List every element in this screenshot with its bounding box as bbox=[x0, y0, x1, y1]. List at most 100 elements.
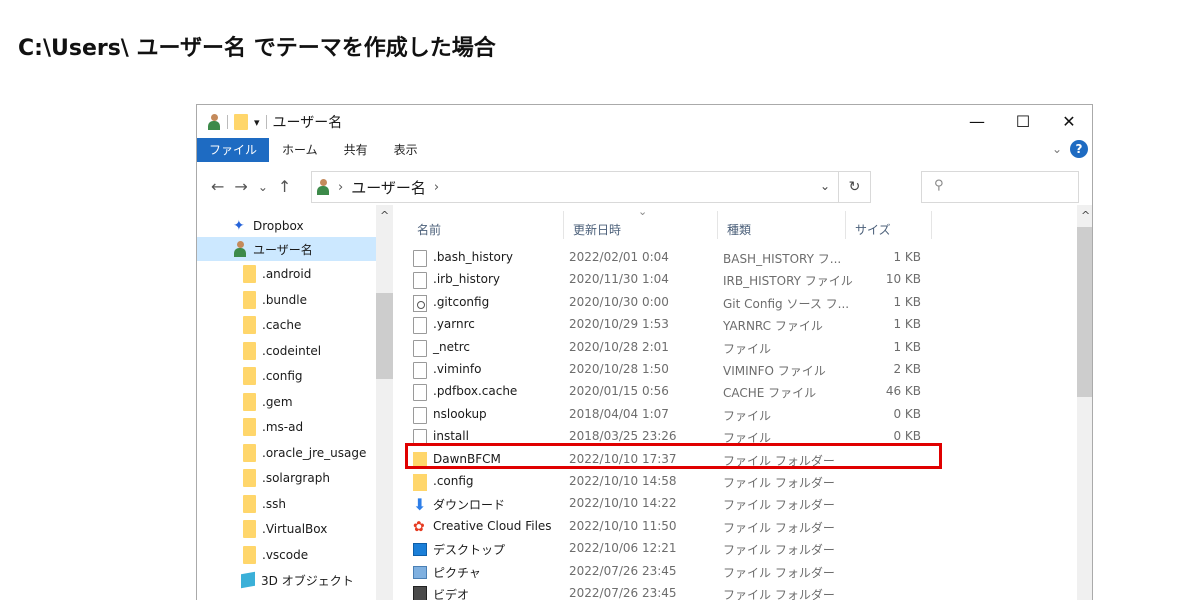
sidebar-item-folder[interactable]: .solargraph bbox=[243, 466, 330, 490]
file-row[interactable]: .irb_history 2020/11/30 1:04 IRB_HISTORY フ… bbox=[411, 269, 921, 291]
file-row[interactable]: ✿ Creative Cloud Files 2022/10/10 11:50 ファイ… bbox=[411, 516, 921, 538]
file-type: ファイル bbox=[723, 408, 772, 423]
maximize-button[interactable]: ☐ bbox=[1000, 105, 1046, 137]
folder-icon bbox=[243, 316, 256, 334]
column-divider[interactable] bbox=[931, 211, 932, 239]
sidebar-item-folder[interactable]: .android bbox=[243, 262, 311, 286]
file-size: 1 KB bbox=[893, 339, 921, 354]
column-header-modified[interactable]: 更新日時 bbox=[573, 221, 621, 238]
file-name: ダウンロード bbox=[433, 498, 506, 513]
file-row[interactable]: .viminfo 2020/10/28 1:50 VIMINFO ファイル 2 KB bbox=[411, 359, 921, 381]
file-row[interactable]: .yarnrc 2020/10/29 1:53 YARNRC ファイル 1 KB bbox=[411, 314, 921, 336]
minimize-button[interactable]: — bbox=[954, 105, 1000, 137]
address-bar[interactable]: › ユーザー名 › ⌄ ↻ bbox=[311, 171, 871, 203]
file-type: ファイル フォルダー bbox=[723, 543, 835, 558]
sidebar-item-folder[interactable]: .ssh bbox=[243, 492, 286, 516]
chevron-right-icon[interactable]: › bbox=[434, 180, 439, 195]
forward-arrow-icon[interactable]: → bbox=[234, 177, 247, 196]
file-row[interactable]: nslookup 2018/04/04 1:07 ファイル 0 KB bbox=[411, 404, 921, 426]
file-type: IRB_HISTORY ファイル bbox=[723, 274, 853, 289]
scrollbar-thumb[interactable] bbox=[376, 293, 393, 379]
file-modified: 2020/01/15 0:56 bbox=[569, 384, 669, 399]
folder-icon bbox=[243, 444, 256, 462]
up-arrow-icon[interactable]: ↑ bbox=[278, 177, 291, 196]
user-folder-icon bbox=[207, 114, 221, 130]
sidebar-item-folder[interactable]: .config bbox=[243, 364, 303, 388]
customize-quick-access-icon[interactable]: ▾ bbox=[254, 116, 260, 129]
back-arrow-icon[interactable]: ← bbox=[211, 177, 224, 196]
sidebar-item-folder[interactable]: .gem bbox=[243, 390, 293, 414]
sidebar-item-folder[interactable]: .cache bbox=[243, 313, 301, 337]
scrollbar-thumb[interactable] bbox=[1077, 227, 1092, 397]
sidebar-item-user[interactable]: ユーザー名 bbox=[197, 237, 376, 261]
search-input[interactable]: ⚲ bbox=[921, 171, 1079, 203]
sidebar-item-label: 3D オブジェクト bbox=[261, 573, 354, 588]
sidebar-item-folder[interactable]: .ms-ad bbox=[243, 415, 303, 439]
sidebar-item-label: .oracle_jre_usage bbox=[262, 446, 367, 460]
file-row[interactable]: デスクトップ 2022/10/06 12:21 ファイル フォルダー bbox=[411, 538, 921, 560]
scroll-up-icon[interactable]: ^ bbox=[380, 209, 389, 222]
address-dropdown-icon[interactable]: ⌄ bbox=[820, 179, 830, 193]
column-header-name[interactable]: 名前 bbox=[417, 221, 441, 238]
sidebar-item-label: .solargraph bbox=[262, 471, 330, 485]
file-size: 1 KB bbox=[893, 294, 921, 309]
nav-buttons: ← → ⌄ ↑ bbox=[211, 177, 291, 196]
folder-icon bbox=[243, 520, 256, 538]
sidebar-scrollbar[interactable]: ^ bbox=[376, 205, 393, 600]
file-name: install bbox=[433, 429, 469, 444]
column-divider[interactable] bbox=[845, 211, 846, 239]
ribbon-tabs: ファイル ホーム 共有 表示 ⌄ ? bbox=[197, 138, 1092, 162]
file-modified: 2022/10/10 11:50 bbox=[569, 518, 677, 533]
tab-home[interactable]: ホーム bbox=[269, 138, 331, 162]
close-button[interactable]: ✕ bbox=[1046, 105, 1092, 137]
file-name: .gitconfig bbox=[433, 294, 490, 309]
sidebar-item-folder[interactable]: .vscode bbox=[243, 543, 308, 567]
file-row[interactable]: .bash_history 2022/02/01 0:04 BASH_HISTORY… bbox=[411, 247, 921, 269]
sidebar-item-label: .cache bbox=[262, 318, 302, 332]
window-title: ユーザー名 bbox=[272, 115, 343, 131]
sidebar-item-folder[interactable]: .oracle_jre_usage bbox=[243, 441, 366, 465]
chevron-right-icon[interactable]: › bbox=[338, 180, 343, 195]
column-divider[interactable] bbox=[717, 211, 718, 239]
sidebar-item-folder[interactable]: .codeintel bbox=[243, 339, 321, 363]
file-modified: 2022/07/26 23:45 bbox=[569, 586, 677, 600]
file-list-scrollbar[interactable]: ^ bbox=[1077, 205, 1092, 600]
file-row[interactable]: ⬇ ダウンロード 2022/10/10 14:22 ファイル フォルダー bbox=[411, 493, 921, 515]
column-header-type[interactable]: 種類 bbox=[727, 221, 751, 238]
sidebar-item-folder[interactable]: .bundle bbox=[243, 288, 307, 312]
file-size: 0 KB bbox=[893, 429, 921, 444]
file-row[interactable]: _netrc 2020/10/28 2:01 ファイル 1 KB bbox=[411, 337, 921, 359]
pictures-icon bbox=[413, 565, 427, 579]
divider bbox=[227, 115, 228, 129]
file-row[interactable]: ビデオ 2022/07/26 23:45 ファイル フォルダー bbox=[411, 583, 921, 600]
file-row[interactable]: ピクチャ 2022/07/26 23:45 ファイル フォルダー bbox=[411, 561, 921, 583]
tab-file[interactable]: ファイル bbox=[197, 138, 270, 162]
breadcrumb-item[interactable]: ユーザー名 bbox=[351, 177, 426, 198]
recent-locations-icon[interactable]: ⌄ bbox=[258, 180, 268, 194]
sidebar-item-folder[interactable]: .VirtualBox bbox=[243, 517, 327, 541]
tab-share[interactable]: 共有 bbox=[331, 138, 381, 162]
file-icon bbox=[413, 317, 427, 335]
ribbon-expand-icon[interactable]: ⌄ bbox=[1052, 142, 1062, 156]
folder-icon bbox=[243, 546, 256, 564]
sidebar-item-dropbox[interactable]: ✦ Dropbox bbox=[233, 214, 304, 238]
file-row[interactable]: .gitconfig 2020/10/30 0:00 Git Config ソース … bbox=[411, 292, 921, 314]
file-name: Creative Cloud Files bbox=[433, 518, 552, 533]
file-modified: 2020/11/30 1:04 bbox=[569, 272, 669, 287]
file-type: ファイル フォルダー bbox=[723, 520, 835, 535]
file-type: ファイル フォルダー bbox=[723, 565, 835, 580]
file-type: ファイル bbox=[723, 341, 772, 356]
creative-cloud-icon: ✿ bbox=[413, 518, 425, 535]
column-header-size[interactable]: サイズ bbox=[855, 221, 891, 238]
file-row[interactable]: .config 2022/10/10 14:58 ファイル フォルダー bbox=[411, 471, 921, 493]
sidebar-item-3d-objects[interactable]: 3D オブジェクト bbox=[241, 568, 354, 592]
help-icon[interactable]: ? bbox=[1070, 140, 1088, 158]
file-row[interactable]: .pdfbox.cache 2020/01/15 0:56 CACHE ファイル 46… bbox=[411, 381, 921, 403]
column-divider[interactable] bbox=[563, 211, 564, 239]
tab-view[interactable]: 表示 bbox=[381, 138, 431, 162]
folder-icon bbox=[243, 342, 256, 360]
refresh-button[interactable]: ↻ bbox=[838, 172, 870, 202]
folder-icon[interactable] bbox=[234, 114, 248, 130]
file-list: ⌄ 名前 更新日時 種類 サイズ .bash_history 2022/02/01… bbox=[393, 205, 1092, 600]
scroll-up-icon[interactable]: ^ bbox=[1081, 209, 1090, 222]
